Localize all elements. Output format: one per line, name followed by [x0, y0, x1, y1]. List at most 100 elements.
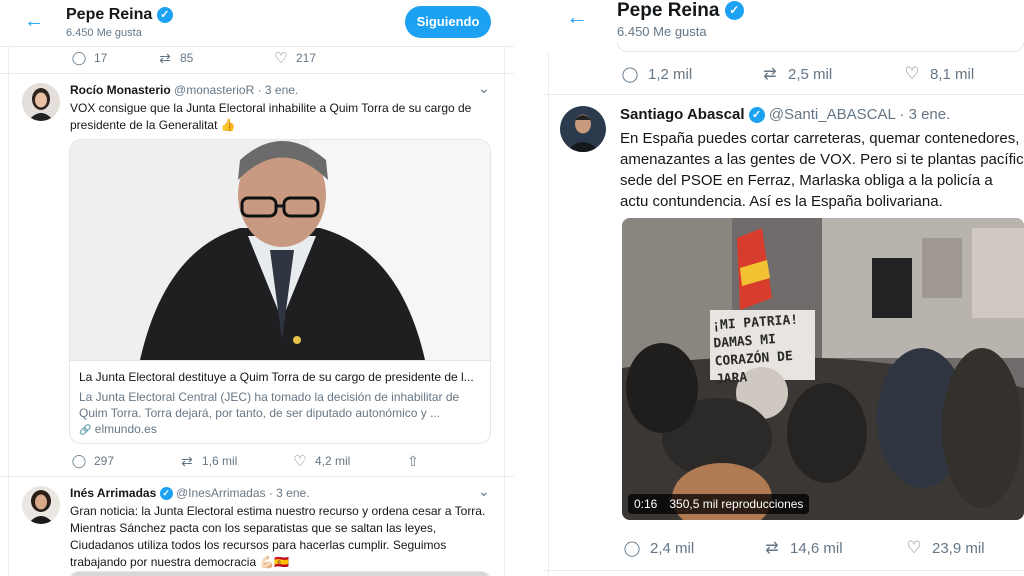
like-action[interactable]: ♡ 4,2 mil	[291, 452, 404, 470]
profile-likes-count: 6.450 Me gusta	[66, 27, 142, 39]
profile-name: Pepe Reina ✓	[66, 6, 173, 24]
reply-icon: ◯	[71, 453, 87, 468]
author-handle[interactable]: @Santi_ABASCAL	[769, 106, 895, 123]
author-name[interactable]: Santiago Abascal	[620, 106, 744, 123]
like-action[interactable]: ♡ 8,1 mil	[902, 64, 974, 84]
avatar-portrait-icon	[22, 83, 60, 121]
card-title: La Junta Electoral destituye a Quim Torr…	[79, 370, 474, 384]
tweet-time[interactable]: · 3 ene.	[269, 486, 310, 500]
retweet-action[interactable]: ⇄ 2,5 mil	[760, 64, 902, 84]
link-icon: 🔗	[79, 425, 92, 436]
reply-icon: ◯	[621, 66, 639, 83]
retweet-icon: ⇄	[159, 49, 171, 66]
share-icon: ⇧	[407, 452, 419, 469]
reply-action[interactable]: ◯ 17	[70, 50, 156, 66]
chevron-down-icon[interactable]: ⌄	[478, 80, 490, 97]
like-count: 8,1 mil	[930, 65, 975, 83]
like-count: 23,9 mil	[932, 539, 985, 557]
avatar-portrait-icon	[22, 486, 60, 524]
verified-badge-icon: ✓	[748, 107, 765, 124]
like-icon: ♡	[274, 50, 288, 67]
like-count: 217	[296, 51, 317, 65]
link-card[interactable]: La Junta Electoral destituye a Quim Torr…	[69, 139, 491, 444]
avatar[interactable]	[22, 83, 60, 121]
like-icon: ♡	[293, 453, 307, 470]
verified-badge-icon: ✓	[159, 487, 173, 501]
tweet-text: Gran noticia: la Junta Electoral estima …	[70, 504, 486, 569]
share-action[interactable]: ⇧	[404, 453, 422, 470]
reply-count: 17	[94, 51, 108, 65]
prev-tweet-actions: ◯ 17 ⇄ 85 ♡ 217	[70, 49, 316, 68]
tweet-text: VOX consigue que la Junta Electoral inha…	[70, 101, 472, 132]
prev-media-bottom	[617, 42, 1024, 52]
reply-icon: ◯	[71, 50, 87, 65]
like-action[interactable]: ♡ 217	[272, 49, 316, 67]
reply-count: 297	[94, 454, 115, 468]
reply-action[interactable]: ◯ 2,4 mil	[622, 539, 762, 558]
verified-badge-icon: ✓	[156, 6, 173, 23]
tweet-actions: ◯ 2,4 mil ⇄ 14,6 mil ♡ 23,9 mil	[622, 538, 985, 558]
header-separator	[0, 46, 514, 47]
timeline-border-right	[504, 0, 505, 576]
like-count: 4,2 mil	[315, 454, 351, 468]
back-arrow-icon[interactable]: ←	[24, 10, 44, 33]
retweet-action[interactable]: ⇄ 85	[156, 50, 272, 67]
author-name[interactable]: Rocío Monasterio	[70, 83, 171, 97]
author-handle[interactable]: @monasterioR	[174, 83, 254, 97]
like-icon: ♡	[904, 64, 920, 83]
prev-tweet-actions: ◯ 1,2 mil ⇄ 2,5 mil ♡ 8,1 mil	[620, 64, 975, 84]
tweet-separator	[544, 570, 1024, 571]
retweet-count: 1,6 mil	[202, 454, 238, 468]
profile-name-text: Pepe Reina	[617, 0, 720, 21]
like-icon: ♡	[906, 538, 922, 557]
retweet-action[interactable]: ⇄ 14,6 mil	[762, 538, 904, 558]
video-info-badge: 0:16 350,5 mil reproducciones	[628, 494, 810, 514]
verified-badge-icon: ✓	[724, 1, 744, 21]
avatar-portrait-icon	[560, 106, 606, 152]
tweet-header: Santiago Abascal ✓ @Santi_ABASCAL · 3 en…	[620, 106, 950, 124]
card-image	[70, 140, 490, 360]
left-screenshot: ← Pepe Reina ✓ 6.450 Me gusta Siguiendo …	[0, 0, 514, 576]
author-name[interactable]: Inés Arrimadas	[70, 486, 156, 500]
card-photo-icon	[70, 140, 490, 360]
avatar[interactable]	[22, 486, 60, 524]
reply-action[interactable]: ◯ 1,2 mil	[620, 65, 760, 84]
retweet-icon: ⇄	[765, 540, 779, 557]
right-screenshot: ← Pepe Reina ✓ 6.450 Me gusta ◯ 1,2 mil …	[544, 0, 1024, 576]
retweet-icon: ⇄	[181, 452, 193, 469]
reply-count: 2,4 mil	[650, 539, 695, 557]
panel-divider	[514, 0, 544, 576]
tweet-separator	[544, 94, 1024, 95]
tweet-actions: ◯ 297 ⇄ 1,6 mil ♡ 4,2 mil ⇧	[70, 452, 422, 471]
retweet-action[interactable]: ⇄ 1,6 mil	[178, 453, 291, 470]
profile-name-text: Pepe Reina	[66, 6, 153, 23]
avatar[interactable]	[560, 106, 606, 152]
retweet-count: 2,5 mil	[788, 65, 833, 83]
retweet-count: 85	[180, 51, 194, 65]
tweet-separator	[0, 476, 514, 477]
like-action[interactable]: ♡ 23,9 mil	[904, 538, 985, 558]
video-frame-icon	[622, 218, 1024, 520]
reply-action[interactable]: ◯ 297	[70, 453, 178, 469]
retweet-count: 14,6 mil	[790, 539, 843, 557]
timeline-border-left	[8, 0, 9, 576]
profile-likes-count: 6.450 Me gusta	[617, 24, 707, 39]
retweet-icon: ⇄	[763, 66, 777, 83]
card-domain-text: elmundo.es	[94, 422, 157, 436]
card-domain: 🔗 elmundo.es	[79, 422, 157, 436]
video-duration: 0:16	[634, 497, 658, 511]
author-handle[interactable]: @InesArrimadas	[176, 486, 266, 500]
tweet-time[interactable]: · 3 ene.	[258, 83, 299, 97]
video-views: 350,5 mil reproducciones	[669, 497, 804, 511]
tweet-time[interactable]: · 3 ene.	[899, 106, 950, 123]
back-arrow-icon[interactable]: ←	[566, 4, 588, 30]
video-player[interactable]: ¡MI PATRIA! DAMAS MI CORAZÓN DE JARA 0:1…	[622, 218, 1024, 520]
following-button[interactable]: Siguiendo	[405, 6, 491, 38]
tweet-separator	[0, 73, 514, 74]
tweet-header: Inés Arrimadas ✓ @InesArrimadas · 3 ene.	[70, 486, 310, 501]
card-body: La Junta Electoral destituye a Quim Torr…	[70, 360, 490, 443]
tweet-text: En España puedes cortar carreteras, quem…	[620, 130, 1024, 210]
next-media-preview	[69, 571, 491, 576]
profile-name: Pepe Reina ✓	[617, 0, 744, 22]
chevron-down-icon[interactable]: ⌄	[478, 483, 490, 500]
